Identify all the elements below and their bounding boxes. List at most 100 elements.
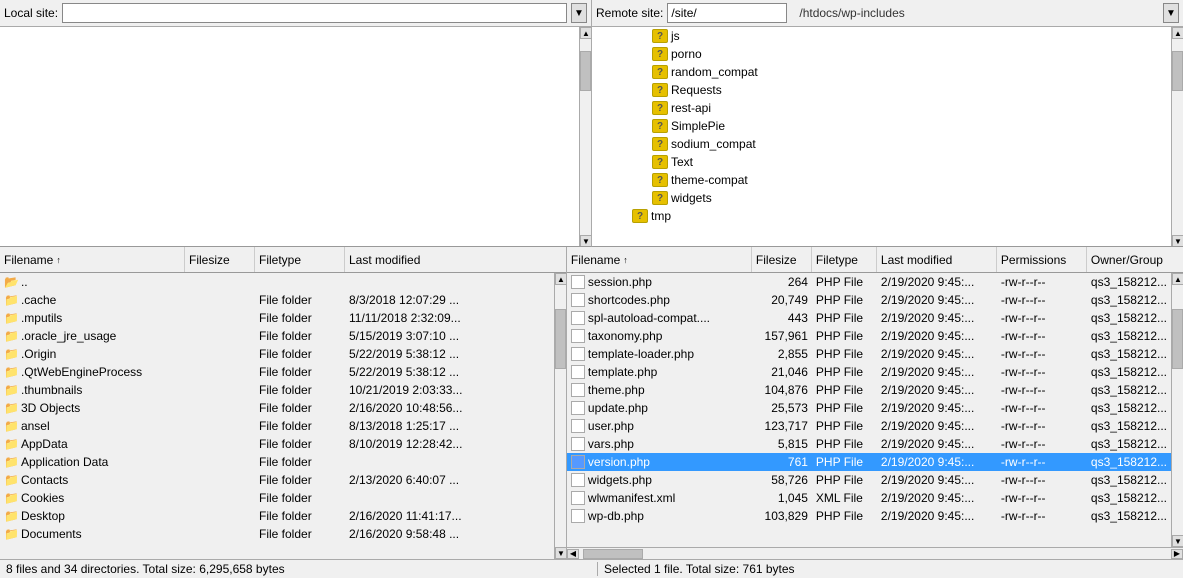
remote-file-row[interactable]: shortcodes.php20,749PHP File2/19/2020 9:…	[567, 291, 1171, 309]
local-file-scroll-up[interactable]: ▲	[555, 273, 566, 285]
local-file-row[interactable]: 📁AppDataFile folder8/10/2019 12:28:42...	[0, 435, 554, 453]
remote-file-scroll-up[interactable]: ▲	[1172, 273, 1183, 285]
remote-file-row[interactable]: template.php21,046PHP File2/19/2020 9:45…	[567, 363, 1171, 381]
remote-tree-item[interactable]: ?Text	[592, 153, 1171, 171]
remote-file-row[interactable]: user.php123,717PHP File2/19/2020 9:45:..…	[567, 417, 1171, 435]
remote-tree-item[interactable]: ?Requests	[592, 81, 1171, 99]
remote-file-row[interactable]: version.php761PHP File2/19/2020 9:45:...…	[567, 453, 1171, 471]
local-file-row[interactable]: 📁.thumbnailsFile folder10/21/2019 2:03:3…	[0, 381, 554, 399]
local-tree-scrollbar[interactable]: ▲ ▼	[579, 27, 591, 247]
remote-file-type-cell: PHP File	[812, 455, 877, 469]
remote-file-permissions-cell: -rw-r--r--	[997, 509, 1087, 523]
remote-col-filetype[interactable]: Filetype	[812, 247, 877, 272]
remote-file-type-cell: PHP File	[812, 383, 877, 397]
remote-file-row[interactable]: wp-db.php103,829PHP File2/19/2020 9:45:.…	[567, 507, 1171, 525]
remote-tree-content[interactable]: ?js?porno?random_compat?Requests?rest-ap…	[592, 27, 1171, 247]
local-file-row[interactable]: 📁DocumentsFile folder2/16/2020 9:58:48 .…	[0, 525, 554, 543]
local-col-filetype[interactable]: Filetype	[255, 247, 345, 272]
remote-file-permissions-cell: -rw-r--r--	[997, 311, 1087, 325]
remote-file-name-cell: theme.php	[567, 383, 752, 397]
local-file-name-cell: 📁Application Data	[0, 455, 185, 469]
remote-col-filename[interactable]: Filename ↑	[567, 247, 752, 272]
remote-h-scroll-thumb[interactable]	[583, 549, 643, 559]
local-file-row[interactable]: 📁.OriginFile folder5/22/2019 5:38:12 ...	[0, 345, 554, 363]
remote-tree-scrollbar[interactable]: ▲ ▼	[1171, 27, 1183, 247]
remote-tree-item[interactable]: ?tmp	[592, 207, 1171, 225]
local-file-scroll-down[interactable]: ▼	[555, 547, 566, 559]
remote-site-dropdown[interactable]: ▼	[1163, 3, 1179, 23]
local-file-row[interactable]: 📁ContactsFile folder2/13/2020 6:40:07 ..…	[0, 471, 554, 489]
remote-tree-scroll-down[interactable]: ▼	[1172, 235, 1183, 247]
folder-icon: 📁	[4, 527, 21, 541]
remote-file-scroll-thumb[interactable]	[1172, 309, 1183, 369]
remote-tree-item[interactable]: ?sodium_compat	[592, 135, 1171, 153]
local-file-row[interactable]: 📁.oracle_jre_usageFile folder5/15/2019 3…	[0, 327, 554, 345]
remote-file-row[interactable]: template-loader.php2,855PHP File2/19/202…	[567, 345, 1171, 363]
remote-file-row[interactable]: vars.php5,815PHP File2/19/2020 9:45:...-…	[567, 435, 1171, 453]
remote-tree-item[interactable]: ?widgets	[592, 189, 1171, 207]
local-file-row[interactable]: 📂..	[0, 273, 554, 291]
remote-tree-item[interactable]: ?porno	[592, 45, 1171, 63]
local-file-row[interactable]: 📁CookiesFile folder	[0, 489, 554, 507]
local-file-rows[interactable]: 📂..📁.cacheFile folder8/3/2018 12:07:29 .…	[0, 273, 554, 559]
local-file-row[interactable]: 📁.QtWebEngineProcessFile folder5/22/2019…	[0, 363, 554, 381]
remote-file-scrollbar[interactable]: ▲ ▼	[1171, 273, 1183, 547]
remote-file-row[interactable]: spl-autoload-compat....443PHP File2/19/2…	[567, 309, 1171, 327]
remote-tree-item[interactable]: ?theme-compat	[592, 171, 1171, 189]
local-file-scrollbar[interactable]: ▲ ▼	[554, 273, 566, 559]
remote-h-scrollbar[interactable]: ◀ ▶	[567, 547, 1183, 559]
remote-h-scroll-right[interactable]: ▶	[1171, 549, 1183, 559]
remote-file-permissions-cell: -rw-r--r--	[997, 401, 1087, 415]
remote-site-path[interactable]	[667, 3, 787, 23]
local-tree-scroll-thumb[interactable]	[580, 51, 591, 91]
local-tree-content[interactable]	[0, 27, 579, 247]
remote-tree-item[interactable]: ?random_compat	[592, 63, 1171, 81]
remote-tree-scroll-thumb[interactable]	[1172, 51, 1183, 91]
local-file-row[interactable]: 📁DesktopFile folder2/16/2020 11:41:17...	[0, 507, 554, 525]
local-col-lastmodified[interactable]: Last modified	[345, 247, 566, 272]
remote-tree-item[interactable]: ?SimplePie	[592, 117, 1171, 135]
remote-file-type-cell: PHP File	[812, 473, 877, 487]
remote-file-owner-cell: qs3_158212...	[1087, 383, 1171, 397]
remote-tree-scroll-up[interactable]: ▲	[1172, 27, 1183, 39]
local-col-filesize[interactable]: Filesize	[185, 247, 255, 272]
local-file-type-cell: File folder	[255, 347, 345, 361]
remote-col-lastmodified[interactable]: Last modified	[877, 247, 997, 272]
local-tree-scroll-down[interactable]: ▼	[580, 235, 591, 247]
remote-file-row[interactable]: taxonomy.php157,961PHP File2/19/2020 9:4…	[567, 327, 1171, 345]
remote-col-filesize[interactable]: Filesize	[752, 247, 812, 272]
local-file-row[interactable]: 📁3D ObjectsFile folder2/16/2020 10:48:56…	[0, 399, 554, 417]
remote-file-size-cell: 123,717	[752, 419, 812, 433]
remote-col-ownergroup[interactable]: Owner/Group	[1087, 247, 1183, 272]
remote-file-row[interactable]: update.php25,573PHP File2/19/2020 9:45:.…	[567, 399, 1171, 417]
tree-item-name: rest-api	[671, 101, 711, 115]
local-file-row[interactable]: 📁.mputilsFile folder11/11/2018 2:32:09..…	[0, 309, 554, 327]
remote-h-scroll-left[interactable]: ◀	[567, 549, 579, 559]
local-site-path[interactable]	[62, 3, 567, 23]
remote-file-row[interactable]: theme.php104,876PHP File2/19/2020 9:45:.…	[567, 381, 1171, 399]
remote-file-row[interactable]: widgets.php58,726PHP File2/19/2020 9:45:…	[567, 471, 1171, 489]
local-file-row[interactable]: 📁.cacheFile folder8/3/2018 12:07:29 ...	[0, 291, 554, 309]
local-col-filename[interactable]: Filename ↑	[0, 247, 185, 272]
folder-icon: 📁	[4, 437, 21, 451]
local-file-row[interactable]: 📁anselFile folder8/13/2018 1:25:17 ...	[0, 417, 554, 435]
remote-tree-item[interactable]: ?js	[592, 27, 1171, 45]
local-site-dropdown[interactable]: ▼	[571, 3, 587, 23]
local-file-name-cell: 📁.Origin	[0, 347, 185, 361]
local-file-row[interactable]: 📁Application DataFile folder	[0, 453, 554, 471]
tree-item-name: porno	[671, 47, 702, 61]
remote-col-permissions[interactable]: Permissions	[997, 247, 1087, 272]
remote-file-row[interactable]: wlwmanifest.xml1,045XML File2/19/2020 9:…	[567, 489, 1171, 507]
tree-item-name: random_compat	[671, 65, 758, 79]
local-tree-scroll-up[interactable]: ▲	[580, 27, 591, 39]
remote-file-size-cell: 157,961	[752, 329, 812, 343]
local-file-scroll-thumb[interactable]	[555, 309, 566, 369]
remote-file-rows[interactable]: session.php264PHP File2/19/2020 9:45:...…	[567, 273, 1171, 547]
php-file-icon	[571, 311, 585, 325]
file-lists-row: Filename ↑ Filesize Filetype Last modifi…	[0, 247, 1183, 559]
remote-file-owner-cell: qs3_158212...	[1087, 455, 1171, 469]
local-file-type-cell: File folder	[255, 365, 345, 379]
remote-file-row[interactable]: session.php264PHP File2/19/2020 9:45:...…	[567, 273, 1171, 291]
remote-tree-item[interactable]: ?rest-api	[592, 99, 1171, 117]
remote-file-scroll-down[interactable]: ▼	[1172, 535, 1183, 547]
